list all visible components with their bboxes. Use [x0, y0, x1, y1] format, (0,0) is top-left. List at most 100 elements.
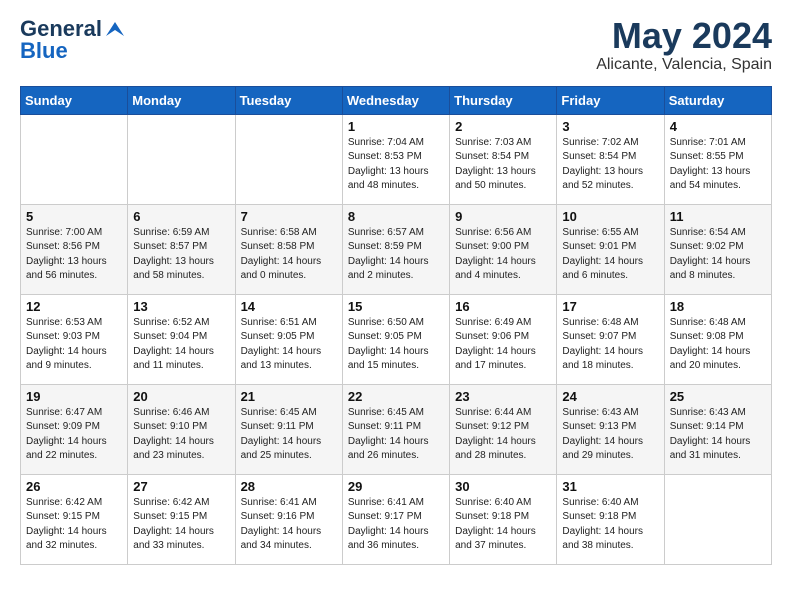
calendar-week-row: 5Sunrise: 7:00 AM Sunset: 8:56 PM Daylig… — [21, 204, 772, 294]
title-block: May 2024 Alicante, Valencia, Spain — [596, 16, 772, 74]
calendar-day-30: 30 Sunrise: 6:40 AM Sunset: 9:18 PM Dayli… — [450, 474, 557, 564]
calendar-day-15: 15 Sunrise: 6:50 AM Sunset: 9:05 PM Dayli… — [342, 294, 449, 384]
calendar-day-21: 21 Sunrise: 6:45 AM Sunset: 9:11 PM Dayli… — [235, 384, 342, 474]
calendar-day-31: 31 Sunrise: 6:40 AM Sunset: 9:18 PM Dayli… — [557, 474, 664, 564]
calendar-day-20: 20Sunrise: 6:46 AM Sunset: 9:10 PM Dayli… — [128, 384, 235, 474]
calendar-table: SundayMondayTuesdayWednesdayThursdayFrid… — [20, 86, 772, 565]
calendar-day-29: 29 Sunrise: 6:41 AM Sunset: 9:17 PM Dayli… — [342, 474, 449, 564]
calendar-day-7: 7 Sunrise: 6:58 AM Sunset: 8:58 PM Daylig… — [235, 204, 342, 294]
calendar-day-25: 25Sunrise: 6:43 AM Sunset: 9:14 PM Dayli… — [664, 384, 771, 474]
calendar-day-1: 1Sunrise: 7:04 AM Sunset: 8:53 PM Daylig… — [342, 114, 449, 204]
day-number: 6 — [133, 209, 229, 224]
day-number: 25 — [670, 389, 766, 404]
weekday-header-sunday: Sunday — [21, 86, 128, 114]
day-info: Sunrise: 6:43 AM Sunset: 9:13 PM Dayligh… — [562, 406, 658, 464]
day-info: Sunrise: 6:44 AM Sunset: 9:12 PM Dayligh… — [455, 406, 551, 464]
day-number: 21 — [241, 389, 337, 404]
day-info: Sunrise: 6:42 AM Sunset: 9:15 PM Dayligh… — [133, 496, 229, 554]
calendar-week-row: 12 Sunrise: 6:53 AM Sunset: 9:03 PM Dayli… — [21, 294, 772, 384]
day-number: 9 — [455, 209, 551, 224]
day-info: Sunrise: 6:40 AM Sunset: 9:18 PM Dayligh… — [455, 496, 551, 554]
day-number: 8 — [348, 209, 444, 224]
day-number: 17 — [562, 299, 658, 314]
calendar-week-row: 19 Sunrise: 6:47 AM Sunset: 9:09 PM Dayli… — [21, 384, 772, 474]
day-info: Sunrise: 6:48 AM Sunset: 9:07 PM Dayligh… — [562, 316, 658, 374]
calendar-day-8: 8 Sunrise: 6:57 AM Sunset: 8:59 PM Daylig… — [342, 204, 449, 294]
day-number: 27 — [133, 479, 229, 494]
calendar-day-18: 18 Sunrise: 6:48 AM Sunset: 9:08 PM Dayli… — [664, 294, 771, 384]
calendar-empty-cell — [21, 114, 128, 204]
calendar-day-9: 9 Sunrise: 6:56 AM Sunset: 9:00 PM Daylig… — [450, 204, 557, 294]
day-number: 1 — [348, 119, 444, 134]
weekday-header-thursday: Thursday — [450, 86, 557, 114]
calendar-day-19: 19 Sunrise: 6:47 AM Sunset: 9:09 PM Dayli… — [21, 384, 128, 474]
day-info: Sunrise: 7:01 AM Sunset: 8:55 PM Dayligh… — [670, 136, 766, 194]
day-number: 28 — [241, 479, 337, 494]
day-number: 31 — [562, 479, 658, 494]
calendar-day-27: 27 Sunrise: 6:42 AM Sunset: 9:15 PM Dayli… — [128, 474, 235, 564]
calendar-day-12: 12 Sunrise: 6:53 AM Sunset: 9:03 PM Dayli… — [21, 294, 128, 384]
calendar-week-row: 26 Sunrise: 6:42 AM Sunset: 9:15 PM Dayli… — [21, 474, 772, 564]
day-info: Sunrise: 6:51 AM Sunset: 9:05 PM Dayligh… — [241, 316, 337, 374]
day-number: 10 — [562, 209, 658, 224]
day-number: 30 — [455, 479, 551, 494]
day-number: 23 — [455, 389, 551, 404]
day-info: Sunrise: 6:48 AM Sunset: 9:08 PM Dayligh… — [670, 316, 766, 374]
day-info: Sunrise: 6:42 AM Sunset: 9:15 PM Dayligh… — [26, 496, 122, 554]
day-number: 3 — [562, 119, 658, 134]
weekday-header-row: SundayMondayTuesdayWednesdayThursdayFrid… — [21, 86, 772, 114]
day-number: 12 — [26, 299, 122, 314]
day-info: Sunrise: 6:57 AM Sunset: 8:59 PM Dayligh… — [348, 226, 444, 284]
day-number: 20 — [133, 389, 229, 404]
day-number: 14 — [241, 299, 337, 314]
day-number: 5 — [26, 209, 122, 224]
logo-bird-icon — [104, 20, 126, 38]
day-info: Sunrise: 6:41 AM Sunset: 9:16 PM Dayligh… — [241, 496, 337, 554]
day-info: Sunrise: 6:55 AM Sunset: 9:01 PM Dayligh… — [562, 226, 658, 284]
weekday-header-friday: Friday — [557, 86, 664, 114]
day-info: Sunrise: 7:02 AM Sunset: 8:54 PM Dayligh… — [562, 136, 658, 194]
day-number: 29 — [348, 479, 444, 494]
day-info: Sunrise: 7:03 AM Sunset: 8:54 PM Dayligh… — [455, 136, 551, 194]
day-number: 26 — [26, 479, 122, 494]
calendar-day-16: 16 Sunrise: 6:49 AM Sunset: 9:06 PM Dayli… — [450, 294, 557, 384]
calendar-empty-cell — [664, 474, 771, 564]
month-title: May 2024 — [596, 16, 772, 56]
day-number: 11 — [670, 209, 766, 224]
calendar-day-13: 13 Sunrise: 6:52 AM Sunset: 9:04 PM Dayli… — [128, 294, 235, 384]
day-info: Sunrise: 6:45 AM Sunset: 9:11 PM Dayligh… — [241, 406, 337, 464]
day-info: Sunrise: 6:47 AM Sunset: 9:09 PM Dayligh… — [26, 406, 122, 464]
day-info: Sunrise: 6:56 AM Sunset: 9:00 PM Dayligh… — [455, 226, 551, 284]
calendar-day-4: 4 Sunrise: 7:01 AM Sunset: 8:55 PM Daylig… — [664, 114, 771, 204]
day-info: Sunrise: 6:49 AM Sunset: 9:06 PM Dayligh… — [455, 316, 551, 374]
day-info: Sunrise: 6:41 AM Sunset: 9:17 PM Dayligh… — [348, 496, 444, 554]
header: General Blue May 2024 Alicante, Valencia… — [20, 16, 772, 74]
logo: General Blue — [20, 16, 126, 64]
day-number: 16 — [455, 299, 551, 314]
location: Alicante, Valencia, Spain — [596, 56, 772, 74]
day-info: Sunrise: 6:58 AM Sunset: 8:58 PM Dayligh… — [241, 226, 337, 284]
day-number: 15 — [348, 299, 444, 314]
day-info: Sunrise: 6:52 AM Sunset: 9:04 PM Dayligh… — [133, 316, 229, 374]
logo-blue: Blue — [20, 38, 68, 64]
day-number: 18 — [670, 299, 766, 314]
day-info: Sunrise: 6:45 AM Sunset: 9:11 PM Dayligh… — [348, 406, 444, 464]
calendar-day-24: 24Sunrise: 6:43 AM Sunset: 9:13 PM Dayli… — [557, 384, 664, 474]
day-info: Sunrise: 6:53 AM Sunset: 9:03 PM Dayligh… — [26, 316, 122, 374]
day-number: 19 — [26, 389, 122, 404]
day-info: Sunrise: 6:50 AM Sunset: 9:05 PM Dayligh… — [348, 316, 444, 374]
calendar-day-10: 10 Sunrise: 6:55 AM Sunset: 9:01 PM Dayli… — [557, 204, 664, 294]
calendar-day-2: 2Sunrise: 7:03 AM Sunset: 8:54 PM Daylig… — [450, 114, 557, 204]
day-number: 22 — [348, 389, 444, 404]
day-number: 7 — [241, 209, 337, 224]
day-number: 4 — [670, 119, 766, 134]
calendar-day-11: 11 Sunrise: 6:54 AM Sunset: 9:02 PM Dayli… — [664, 204, 771, 294]
day-info: Sunrise: 6:54 AM Sunset: 9:02 PM Dayligh… — [670, 226, 766, 284]
day-info: Sunrise: 6:59 AM Sunset: 8:57 PM Dayligh… — [133, 226, 229, 284]
weekday-header-tuesday: Tuesday — [235, 86, 342, 114]
calendar-day-28: 28 Sunrise: 6:41 AM Sunset: 9:16 PM Dayli… — [235, 474, 342, 564]
calendar-day-14: 14 Sunrise: 6:51 AM Sunset: 9:05 PM Dayli… — [235, 294, 342, 384]
weekday-header-wednesday: Wednesday — [342, 86, 449, 114]
day-info: Sunrise: 6:40 AM Sunset: 9:18 PM Dayligh… — [562, 496, 658, 554]
day-number: 13 — [133, 299, 229, 314]
